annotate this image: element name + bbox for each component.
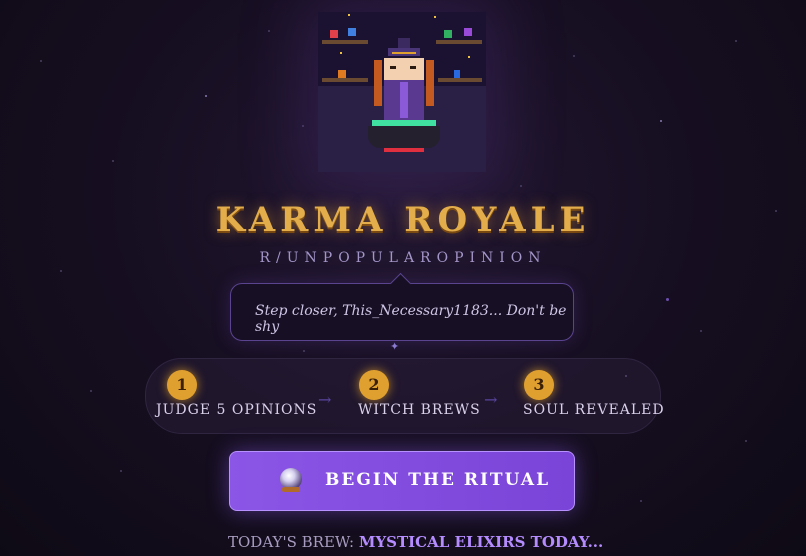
witch-eye	[410, 66, 416, 69]
game-title: KARMA ROYALE	[215, 200, 591, 240]
step-label: WITCH BREWS	[358, 402, 481, 418]
cauldron-icon	[368, 126, 440, 148]
step-number-badge: 3	[524, 370, 554, 400]
step-number-badge: 2	[359, 370, 389, 400]
shelf	[436, 40, 482, 44]
brew-value: MYSTICAL ELIXIRS TODAY...	[358, 533, 604, 551]
speech-text: Step closer, This_Necessary1183... Don't…	[255, 303, 567, 335]
subreddit-name: R/UNPOPULAROPINION	[259, 250, 547, 266]
step-label: JUDGE 5 OPINIONS	[156, 402, 318, 418]
cauldron-fire	[384, 148, 424, 152]
hat-band	[392, 52, 416, 54]
potion-icon	[330, 30, 338, 38]
shelf	[438, 78, 482, 82]
witch-hat	[398, 38, 410, 48]
witch-face	[384, 58, 424, 80]
wand-icon: ✦	[390, 340, 400, 353]
potion-icon	[338, 70, 346, 78]
shelf	[322, 40, 368, 44]
arrow-right-icon: →	[484, 390, 498, 409]
potion-icon	[454, 70, 460, 78]
potion-icon	[348, 28, 356, 36]
crystal-ball-stand	[282, 487, 300, 492]
sparkle	[434, 16, 436, 18]
sparkle	[468, 56, 470, 58]
step-number-badge: 1	[167, 370, 197, 400]
sparkle	[340, 52, 342, 54]
speech-bubble-tail	[389, 272, 412, 295]
witch-hair	[426, 60, 434, 106]
potion-icon	[444, 30, 452, 38]
witch-scene	[318, 12, 486, 172]
begin-ritual-label: BEGIN THE RITUAL	[325, 470, 551, 490]
witch-robe-stripe	[400, 82, 408, 118]
step-label: SOUL REVEALED	[523, 402, 665, 418]
witch-eye	[390, 66, 396, 69]
potion-icon	[464, 28, 472, 36]
steps-panel: 1 JUDGE 5 OPINIONS → 2 WITCH BREWS → 3 S…	[145, 358, 664, 434]
brew-prefix: TODAY'S BREW:	[228, 533, 355, 551]
todays-brew: TODAY'S BREW: MYSTICAL ELIXIRS TODAY...	[228, 533, 603, 551]
arrow-right-icon: →	[318, 390, 332, 409]
witch-hair	[374, 60, 382, 106]
sparkle	[348, 14, 350, 16]
speech-bubble: Step closer, This_Necessary1183... Don't…	[230, 272, 574, 341]
begin-ritual-button[interactable]: BEGIN THE RITUAL	[229, 451, 575, 511]
shelf	[322, 78, 368, 82]
